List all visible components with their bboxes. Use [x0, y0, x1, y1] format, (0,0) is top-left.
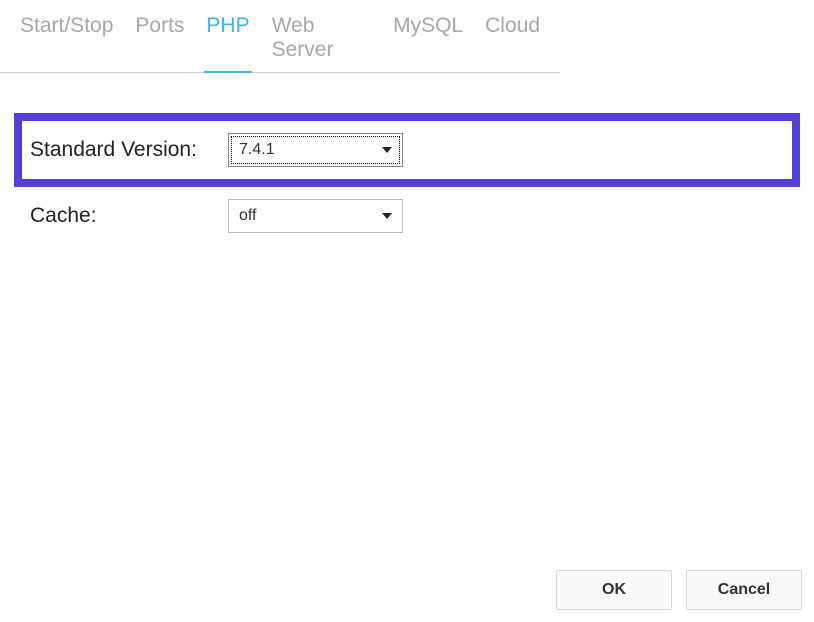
tab-bar: Start/Stop Ports PHP Web Server MySQL Cl…: [0, 0, 560, 73]
dialog-button-bar: OK Cancel: [556, 570, 802, 610]
tab-mysql[interactable]: MySQL: [391, 8, 465, 72]
tab-ports[interactable]: Ports: [133, 8, 186, 72]
tab-cloud[interactable]: Cloud: [483, 8, 542, 72]
tab-php[interactable]: PHP: [204, 8, 251, 72]
standard-version-value: 7.4.1: [239, 141, 275, 159]
standard-version-label: Standard Version:: [30, 138, 228, 162]
cache-select[interactable]: off: [228, 199, 403, 233]
cache-row: Cache: off: [14, 187, 800, 245]
chevron-down-icon: [382, 147, 392, 153]
tab-web-server[interactable]: Web Server: [270, 8, 374, 72]
cancel-button[interactable]: Cancel: [686, 570, 802, 610]
ok-button[interactable]: OK: [556, 570, 672, 610]
standard-version-select[interactable]: 7.4.1: [228, 133, 403, 167]
cache-value: off: [239, 207, 257, 225]
tab-panel-php: Standard Version: 7.4.1 Cache: off: [0, 73, 814, 245]
tab-start-stop[interactable]: Start/Stop: [18, 8, 115, 72]
chevron-down-icon: [382, 213, 392, 219]
standard-version-row: Standard Version: 7.4.1: [14, 113, 800, 187]
cache-label: Cache:: [30, 204, 228, 228]
